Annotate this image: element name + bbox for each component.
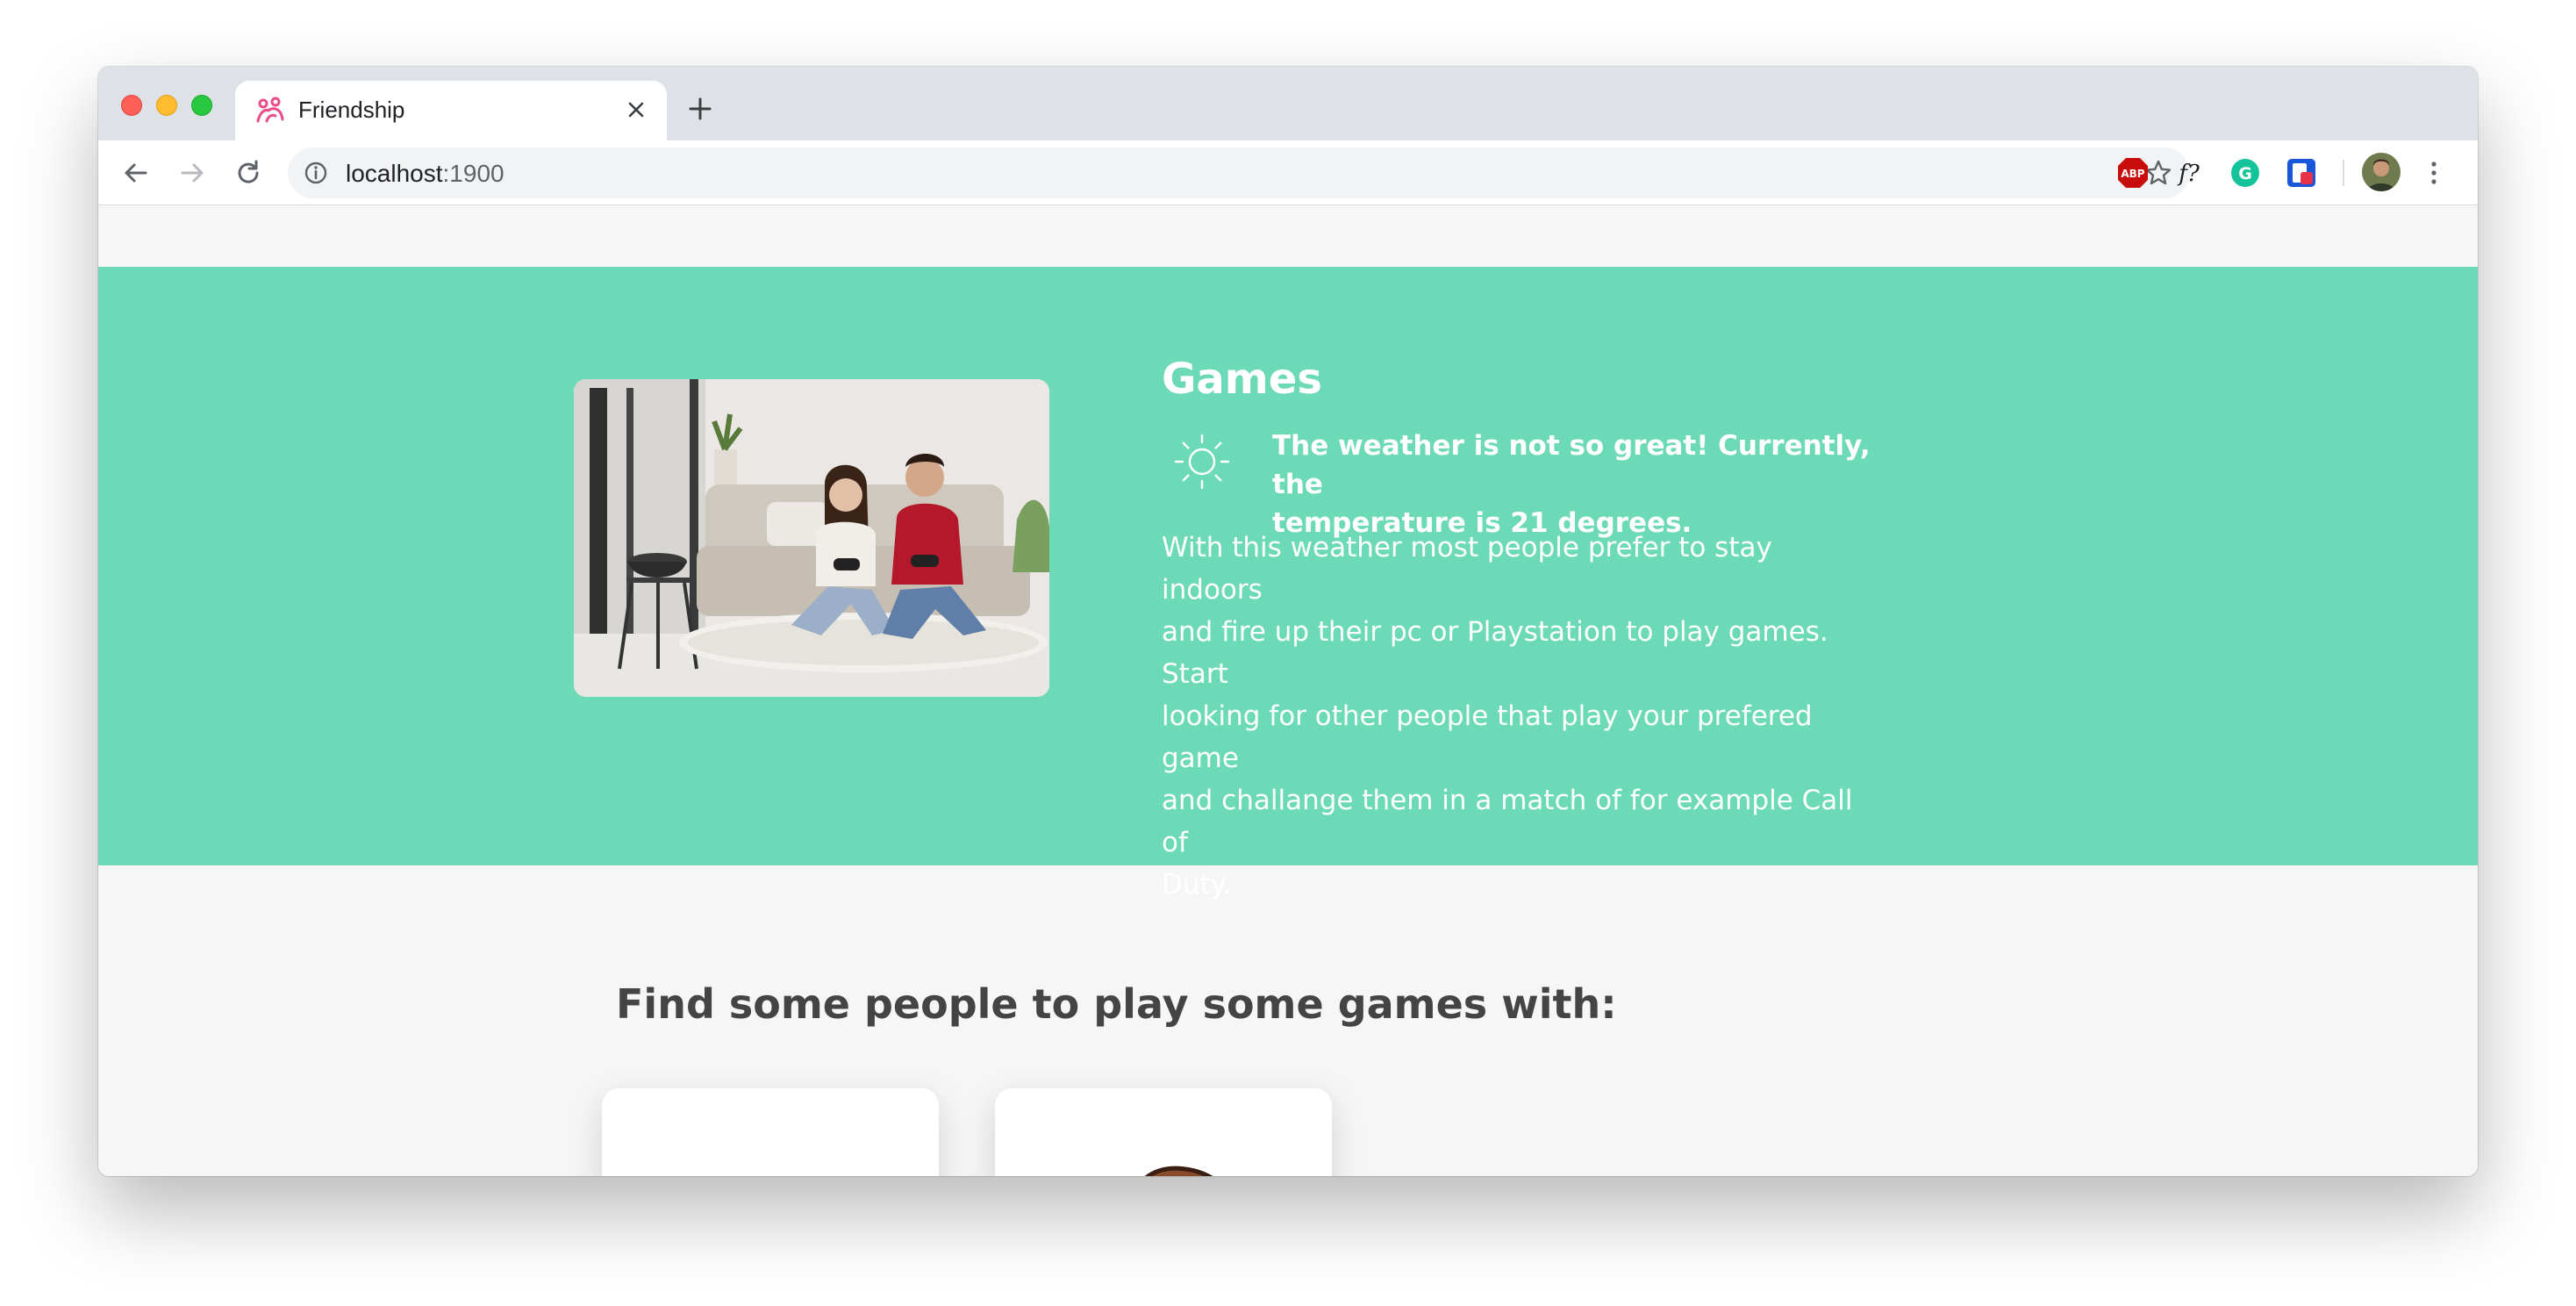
weather-line: The weather is not so great! Currently, … bbox=[1272, 430, 1871, 500]
person-photo bbox=[995, 1088, 1332, 1176]
games-hero-section: Games The weather is not so great! Curre… bbox=[98, 267, 2478, 901]
weather-row: The weather is not so great! Currently, … bbox=[1162, 427, 1881, 539]
person-card[interactable] bbox=[995, 1088, 1332, 1176]
kebab-menu-icon[interactable] bbox=[2427, 158, 2441, 188]
minimize-window-button[interactable] bbox=[156, 95, 177, 116]
info-icon[interactable] bbox=[304, 161, 328, 185]
pocket-icon[interactable] bbox=[2285, 156, 2318, 190]
person-photo bbox=[602, 1088, 939, 1176]
sun-icon bbox=[1174, 434, 1230, 490]
description-line: looking for other people that play your … bbox=[1162, 700, 1813, 774]
gaming-couple-photo bbox=[574, 379, 1049, 697]
reload-icon[interactable] bbox=[233, 158, 263, 188]
fontface-ninja-icon[interactable]: f? bbox=[2172, 156, 2206, 190]
browser-toolbar: localhost:1900 ABP f? G bbox=[98, 140, 2478, 205]
weather-line: temperature is 21 degrees. bbox=[1272, 507, 1692, 539]
hero-text-block: Games The weather is not so great! Curre… bbox=[1162, 351, 1881, 906]
svg-text:f?: f? bbox=[2177, 161, 2200, 187]
grammarly-icon[interactable]: G bbox=[2229, 156, 2262, 190]
svg-text:ABP: ABP bbox=[2121, 168, 2144, 180]
tab-friendship[interactable]: Friendship bbox=[235, 81, 667, 140]
friendship-logo-icon bbox=[256, 97, 284, 123]
plus-icon[interactable] bbox=[686, 95, 714, 123]
close-window-button[interactable] bbox=[121, 95, 142, 116]
description-line: and fire up their pc or Playstation to p… bbox=[1162, 616, 1828, 690]
people-heading: Find some people to play some games with… bbox=[616, 980, 1617, 1028]
section-title: Games bbox=[1162, 355, 1322, 404]
url-host: localhost bbox=[346, 160, 443, 187]
address-bar[interactable]: localhost:1900 bbox=[288, 147, 2190, 198]
tab-title: Friendship bbox=[298, 97, 405, 123]
page-content: Games The weather is not so great! Curre… bbox=[98, 205, 2478, 1176]
tab-strip: Friendship bbox=[98, 67, 2478, 140]
hero-description: With this weather most people prefer to … bbox=[1162, 527, 1881, 906]
adblock-plus-icon[interactable]: ABP bbox=[2116, 156, 2150, 190]
toolbar-divider bbox=[2343, 160, 2344, 186]
weather-message: The weather is not so great! Currently, … bbox=[1272, 427, 1886, 542]
url-text[interactable]: localhost:1900 bbox=[346, 160, 504, 188]
arrow-left-icon[interactable] bbox=[121, 158, 151, 188]
maximize-window-button[interactable] bbox=[191, 95, 212, 116]
arrow-right-icon[interactable] bbox=[177, 158, 207, 188]
description-line: Duty. bbox=[1162, 869, 1232, 901]
browser-window: Friendship localhost:1900 ABP f? G Games… bbox=[98, 67, 2478, 1176]
avatar[interactable] bbox=[2362, 153, 2401, 191]
url-port: :1900 bbox=[442, 160, 504, 187]
description-line: and challange them in a match of for exa… bbox=[1162, 785, 1853, 858]
person-card[interactable] bbox=[602, 1088, 939, 1176]
svg-text:G: G bbox=[2238, 164, 2252, 183]
close-icon[interactable] bbox=[623, 97, 649, 123]
